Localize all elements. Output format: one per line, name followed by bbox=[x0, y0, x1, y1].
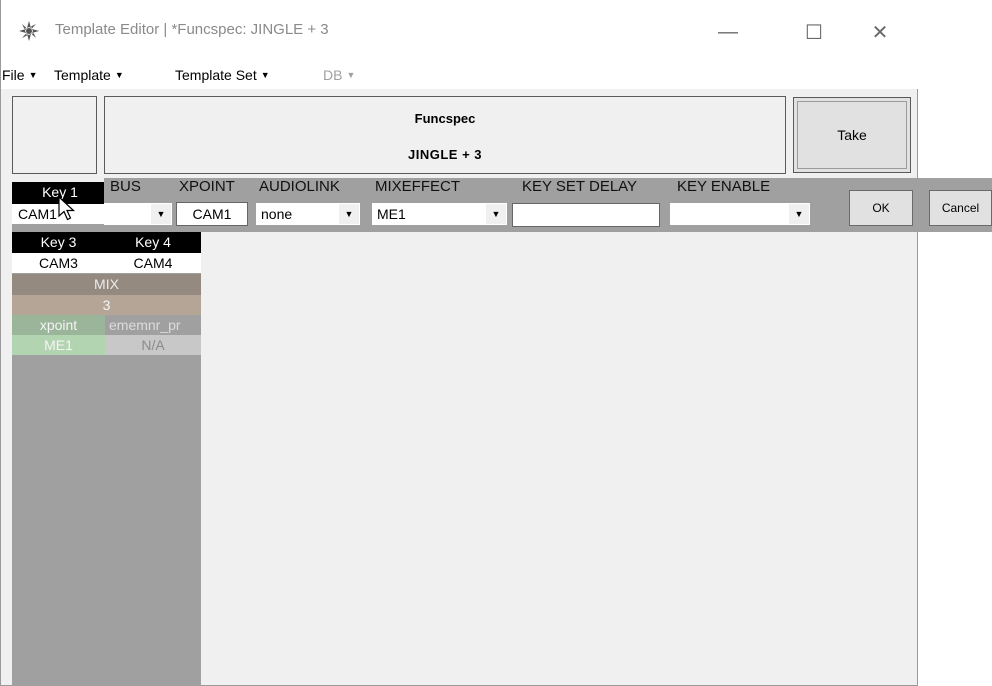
key-set-delay-field[interactable] bbox=[512, 203, 660, 227]
chevron-down-icon: ▼ bbox=[260, 70, 270, 80]
menu-template-label: Template bbox=[54, 67, 111, 83]
app-logo-icon bbox=[19, 21, 39, 41]
audiolink-select-value: none bbox=[261, 206, 293, 222]
xpoint-value[interactable]: ME1 bbox=[12, 335, 105, 355]
key-enable-select[interactable]: ▼ bbox=[670, 203, 810, 225]
xpoint-field[interactable]: CAM1 bbox=[176, 202, 248, 226]
menu-db[interactable]: DB ▼ bbox=[323, 67, 355, 83]
mix-label[interactable]: MIX bbox=[12, 274, 201, 295]
take-button[interactable]: Take bbox=[793, 97, 911, 173]
key3-value[interactable]: CAM3 bbox=[12, 253, 105, 273]
maximize-button[interactable]: ☐ bbox=[791, 10, 837, 54]
key4-value[interactable]: CAM4 bbox=[105, 253, 201, 273]
chevron-down-icon: ▼ bbox=[151, 204, 171, 224]
key-set-delay-header: KEY SET DELAY bbox=[522, 178, 638, 195]
menu-template[interactable]: Template ▼ bbox=[54, 67, 124, 83]
cancel-button[interactable]: Cancel bbox=[929, 190, 992, 226]
mixeffect-select[interactable]: ME1 ▼ bbox=[372, 203, 507, 225]
mouse-cursor-icon bbox=[58, 196, 76, 221]
close-icon: ✕ bbox=[871, 21, 889, 44]
xpoint-label[interactable]: xpoint bbox=[12, 315, 105, 335]
xpoint-header: XPOINT bbox=[179, 178, 235, 195]
mixeffect-select-value: ME1 bbox=[377, 206, 406, 222]
chevron-down-icon: ▼ bbox=[486, 204, 506, 224]
menu-file-label: File bbox=[2, 67, 25, 83]
close-button[interactable]: ✕ bbox=[857, 10, 903, 54]
chevron-down-icon: ▼ bbox=[28, 70, 38, 80]
minimize-icon: — bbox=[718, 20, 738, 43]
chevron-down-icon: ▼ bbox=[114, 70, 124, 80]
title-bar[interactable]: Template Editor | *Funcspec: JINGLE + 3 … bbox=[1, 0, 919, 63]
take-button-focus-frame bbox=[797, 101, 907, 169]
template-editor-window: Template Editor | *Funcspec: JINGLE + 3 … bbox=[0, 0, 919, 686]
funcspec-name: JINGLE + 3 bbox=[408, 147, 482, 162]
menu-bar: File ▼ Template ▼ Template Set ▼ DB ▼ bbox=[1, 63, 919, 89]
key-sidebar: Key 1 CAM1 Key 3 Key 4 CAM3 CAM4 MIX 3 x… bbox=[12, 182, 201, 686]
ememnr-value[interactable]: N/A bbox=[105, 335, 201, 355]
audiolink-select[interactable]: none ▼ bbox=[256, 203, 360, 225]
funcspec-header-box: Funcspec JINGLE + 3 bbox=[104, 96, 786, 174]
menu-file[interactable]: File ▼ bbox=[2, 67, 37, 83]
minimize-button[interactable]: — bbox=[705, 10, 751, 54]
key-enable-header: KEY ENABLE bbox=[677, 178, 771, 195]
maximize-icon: ☐ bbox=[805, 21, 823, 44]
bus-select[interactable]: ▼ bbox=[104, 203, 172, 225]
ememnr-label[interactable]: ememnr_pr bbox=[105, 315, 201, 335]
chevron-down-icon: ▼ bbox=[346, 70, 356, 80]
window-title: Template Editor | *Funcspec: JINGLE + 3 bbox=[55, 21, 329, 38]
bus-header: BUS bbox=[110, 178, 141, 195]
key-edit-bar: BUS XPOINT AUDIOLINK MIXEFFECT KEY SET D… bbox=[104, 178, 992, 232]
mix-value[interactable]: 3 bbox=[12, 295, 201, 315]
audiolink-header: AUDIOLINK bbox=[259, 178, 340, 195]
menu-db-label: DB bbox=[323, 67, 343, 83]
preview-box bbox=[12, 96, 97, 174]
key4-header[interactable]: Key 4 bbox=[105, 232, 201, 253]
key3-header[interactable]: Key 3 bbox=[12, 232, 105, 253]
menu-template-set-label: Template Set bbox=[175, 67, 257, 83]
chevron-down-icon: ▼ bbox=[789, 204, 809, 224]
chevron-down-icon: ▼ bbox=[339, 204, 359, 224]
menu-template-set[interactable]: Template Set ▼ bbox=[175, 67, 270, 83]
mixeffect-header: MIXEFFECT bbox=[375, 178, 460, 195]
funcspec-label: Funcspec bbox=[414, 111, 476, 126]
ok-button[interactable]: OK bbox=[849, 190, 913, 226]
